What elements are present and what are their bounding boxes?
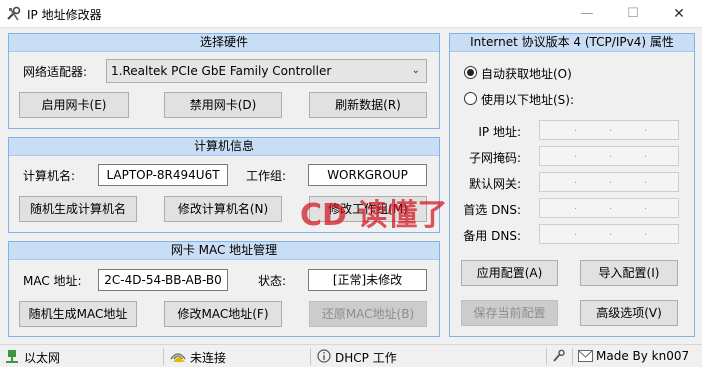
- adapter-select[interactable]: 1.Realtek PCIe GbE Family Controller ⌄: [106, 59, 427, 83]
- manual-address-label[interactable]: 使用以下地址(S):: [481, 91, 574, 108]
- modify-mac-button[interactable]: 修改MAC地址(F): [164, 301, 282, 327]
- mac-status-label: 状态:: [258, 274, 287, 288]
- mac-address-field[interactable]: 2C-4D-54-BB-AB-B0: [98, 269, 228, 291]
- tools-icon: [7, 6, 21, 21]
- ip-address-label: IP 地址:: [478, 125, 521, 139]
- refresh-data-button[interactable]: 刷新数据(R): [309, 92, 427, 118]
- network-type-text: 以太网: [24, 351, 61, 365]
- mac-group: 网卡 MAC 地址管理 MAC 地址: 2C-4D-54-BB-AB-B0 状态…: [8, 241, 440, 337]
- auto-address-radio[interactable]: [464, 66, 477, 79]
- dhcp-status-text: DHCP 工作: [335, 351, 397, 365]
- subnet-mask-label: 子网掩码:: [468, 151, 521, 165]
- workgroup-label: 工作组:: [246, 169, 287, 183]
- network-warning-icon: [170, 353, 186, 362]
- minimize-button[interactable]: —: [564, 0, 610, 28]
- tcpip-group: Internet 协议版本 4 (TCP/IPv4) 属性 自动获取地址(O) …: [449, 33, 695, 337]
- hardware-group-header: 选择硬件: [9, 34, 439, 52]
- credit-text: Made By kn007: [596, 349, 690, 363]
- mac-status-value: [正常]未修改: [308, 269, 427, 291]
- adapter-select-value: 1.Realtek PCIe GbE Family Controller: [111, 64, 332, 78]
- dns2-label: 备用 DNS:: [463, 229, 521, 243]
- tcpip-group-header: Internet 协议版本 4 (TCP/IPv4) 属性: [450, 34, 694, 52]
- close-button[interactable]: ✕: [656, 0, 702, 28]
- hardware-group: 选择硬件 网络适配器: 1.Realtek PCIe GbE Family Co…: [8, 33, 440, 129]
- save-config-button[interactable]: 保存当前配置: [461, 300, 558, 326]
- gateway-label: 默认网关:: [468, 177, 521, 191]
- restore-mac-button[interactable]: 还原MAC地址(B): [309, 301, 427, 327]
- advanced-options-button[interactable]: 高级选项(V): [580, 300, 678, 326]
- dns1-field[interactable]: ...: [539, 198, 679, 218]
- random-mac-button[interactable]: 随机生成MAC地址: [19, 301, 137, 327]
- computer-group-header: 计算机信息: [9, 138, 439, 156]
- chevron-down-icon: ⌄: [411, 65, 420, 76]
- maximize-button[interactable]: ☐: [610, 0, 656, 28]
- computer-name-field[interactable]: LAPTOP-8R494U6T: [98, 164, 228, 186]
- status-bar: 以太网 未连接 DHCP 工作 Made By kn007: [0, 344, 702, 367]
- enable-adapter-button[interactable]: 启用网卡(E): [19, 92, 129, 118]
- subnet-mask-field[interactable]: ...: [539, 146, 679, 166]
- window-title: IP 地址修改器: [27, 8, 102, 22]
- connection-status-text: 未连接: [190, 351, 227, 365]
- auto-address-label[interactable]: 自动获取地址(O): [481, 65, 572, 82]
- ip-address-field[interactable]: ...: [539, 120, 679, 140]
- workgroup-field[interactable]: WORKGROUP: [308, 164, 427, 186]
- title-bar: IP 地址修改器 — ☐ ✕: [0, 0, 702, 28]
- dns2-field[interactable]: ...: [539, 224, 679, 244]
- import-config-button[interactable]: 导入配置(I): [580, 260, 678, 286]
- apply-config-button[interactable]: 应用配置(A): [461, 260, 558, 286]
- tools-icon: [553, 349, 565, 362]
- watermark-logo: CD 读懂了: [300, 198, 448, 233]
- gateway-field[interactable]: ...: [539, 172, 679, 192]
- message-icon: [578, 350, 593, 362]
- random-computer-name-button[interactable]: 随机生成计算机名: [19, 196, 137, 222]
- ethernet-icon: [6, 350, 18, 363]
- disable-adapter-button[interactable]: 禁用网卡(D): [164, 92, 282, 118]
- adapter-label: 网络适配器:: [23, 65, 88, 79]
- manual-address-radio[interactable]: [464, 92, 477, 105]
- modify-computer-name-button[interactable]: 修改计算机名(N): [164, 196, 282, 222]
- mac-group-header: 网卡 MAC 地址管理: [9, 242, 439, 260]
- computer-name-label: 计算机名:: [23, 169, 76, 183]
- mac-address-label: MAC 地址:: [23, 274, 82, 288]
- dns1-label: 首选 DNS:: [463, 203, 521, 217]
- dhcp-info-icon: [317, 349, 331, 363]
